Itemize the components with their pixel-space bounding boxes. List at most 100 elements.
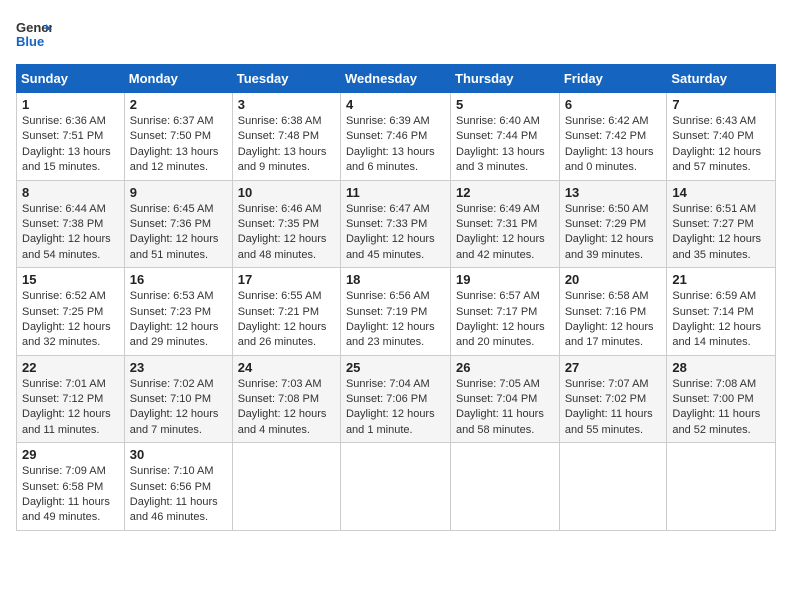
day-number: 16 — [130, 272, 227, 287]
day-info: Sunrise: 6:39 AMSunset: 7:46 PMDaylight:… — [346, 114, 445, 176]
day-info: Sunrise: 6:47 AMSunset: 7:33 PMDaylight:… — [346, 202, 445, 264]
day-number: 27 — [565, 360, 662, 375]
day-info: Sunrise: 6:59 AMSunset: 7:14 PMDaylight:… — [672, 289, 770, 351]
day-number: 19 — [456, 272, 554, 287]
day-info: Sunrise: 6:52 AMSunset: 7:25 PMDaylight:… — [22, 289, 119, 351]
week-row-2: 8 Sunrise: 6:44 AMSunset: 7:38 PMDaylight… — [17, 180, 776, 268]
calendar-body: 1 Sunrise: 6:36 AMSunset: 7:51 PMDaylight… — [17, 93, 776, 531]
day-number: 8 — [22, 185, 119, 200]
day-info: Sunrise: 7:02 AMSunset: 7:10 PMDaylight:… — [130, 377, 227, 439]
week-row-4: 22Sunrise: 7:01 AMSunset: 7:12 PMDayligh… — [17, 355, 776, 443]
day-number: 6 — [565, 97, 662, 112]
day-info: Sunrise: 7:05 AMSunset: 7:04 PMDaylight:… — [456, 377, 554, 439]
day-info: Sunrise: 7:10 AMSunset: 6:56 PMDaylight:… — [130, 464, 227, 526]
day-info: Sunrise: 6:53 AMSunset: 7:23 PMDaylight:… — [130, 289, 227, 351]
logo: General Blue — [16, 16, 52, 52]
calendar-cell: 21 Sunrise: 6:59 AMSunset: 7:14 PMDayligh… — [667, 268, 776, 356]
week-row-1: 1 Sunrise: 6:36 AMSunset: 7:51 PMDaylight… — [17, 93, 776, 181]
calendar-cell: 11 Sunrise: 6:47 AMSunset: 7:33 PMDayligh… — [340, 180, 450, 268]
calendar-cell: 19 Sunrise: 6:57 AMSunset: 7:17 PMDayligh… — [451, 268, 560, 356]
calendar-cell: 27Sunrise: 7:07 AMSunset: 7:02 PMDayligh… — [559, 355, 667, 443]
day-number: 30 — [130, 447, 227, 462]
calendar-cell: 5Sunrise: 6:40 AMSunset: 7:44 PMDaylight… — [451, 93, 560, 181]
day-info: Sunrise: 7:09 AMSunset: 6:58 PMDaylight:… — [22, 464, 119, 526]
day-info: Sunrise: 6:43 AMSunset: 7:40 PMDaylight:… — [672, 114, 770, 176]
day-info: Sunrise: 7:01 AMSunset: 7:12 PMDaylight:… — [22, 377, 119, 439]
calendar-cell: 16 Sunrise: 6:53 AMSunset: 7:23 PMDayligh… — [124, 268, 232, 356]
day-number: 9 — [130, 185, 227, 200]
day-number: 14 — [672, 185, 770, 200]
calendar-cell: 6Sunrise: 6:42 AMSunset: 7:42 PMDaylight… — [559, 93, 667, 181]
day-number: 18 — [346, 272, 445, 287]
day-number: 23 — [130, 360, 227, 375]
day-number: 10 — [238, 185, 335, 200]
day-number: 3 — [238, 97, 335, 112]
header-row: SundayMondayTuesdayWednesdayThursdayFrid… — [17, 65, 776, 93]
header-cell-monday: Monday — [124, 65, 232, 93]
header-cell-friday: Friday — [559, 65, 667, 93]
day-number: 7 — [672, 97, 770, 112]
day-number: 11 — [346, 185, 445, 200]
logo-icon: General Blue — [16, 16, 52, 52]
calendar-header: SundayMondayTuesdayWednesdayThursdayFrid… — [17, 65, 776, 93]
day-number: 1 — [22, 97, 119, 112]
calendar-cell: 15 Sunrise: 6:52 AMSunset: 7:25 PMDayligh… — [17, 268, 125, 356]
calendar-cell: 8 Sunrise: 6:44 AMSunset: 7:38 PMDaylight… — [17, 180, 125, 268]
day-info: Sunrise: 7:03 AMSunset: 7:08 PMDaylight:… — [238, 377, 335, 439]
calendar-cell — [559, 443, 667, 531]
day-info: Sunrise: 6:44 AMSunset: 7:38 PMDaylight:… — [22, 202, 119, 264]
calendar-cell: 29 Sunrise: 7:09 AMSunset: 6:58 PMDayligh… — [17, 443, 125, 531]
day-number: 26 — [456, 360, 554, 375]
day-number: 2 — [130, 97, 227, 112]
day-info: Sunrise: 6:58 AMSunset: 7:16 PMDaylight:… — [565, 289, 662, 351]
svg-text:Blue: Blue — [16, 34, 44, 49]
calendar-cell: 9Sunrise: 6:45 AMSunset: 7:36 PMDaylight… — [124, 180, 232, 268]
calendar-cell: 10 Sunrise: 6:46 AMSunset: 7:35 PMDayligh… — [232, 180, 340, 268]
week-row-5: 29 Sunrise: 7:09 AMSunset: 6:58 PMDayligh… — [17, 443, 776, 531]
calendar-cell: 7 Sunrise: 6:43 AMSunset: 7:40 PMDaylight… — [667, 93, 776, 181]
page-header: General Blue — [16, 16, 776, 52]
day-info: Sunrise: 6:51 AMSunset: 7:27 PMDaylight:… — [672, 202, 770, 264]
day-info: Sunrise: 6:36 AMSunset: 7:51 PMDaylight:… — [22, 114, 119, 176]
calendar-table: SundayMondayTuesdayWednesdayThursdayFrid… — [16, 64, 776, 531]
day-info: Sunrise: 6:38 AMSunset: 7:48 PMDaylight:… — [238, 114, 335, 176]
day-number: 17 — [238, 272, 335, 287]
day-number: 20 — [565, 272, 662, 287]
day-number: 28 — [672, 360, 770, 375]
day-info: Sunrise: 6:50 AMSunset: 7:29 PMDaylight:… — [565, 202, 662, 264]
day-number: 4 — [346, 97, 445, 112]
day-info: Sunrise: 7:08 AMSunset: 7:00 PMDaylight:… — [672, 377, 770, 439]
day-number: 24 — [238, 360, 335, 375]
day-number: 13 — [565, 185, 662, 200]
day-info: Sunrise: 7:04 AMSunset: 7:06 PMDaylight:… — [346, 377, 445, 439]
calendar-cell: 3 Sunrise: 6:38 AMSunset: 7:48 PMDaylight… — [232, 93, 340, 181]
week-row-3: 15 Sunrise: 6:52 AMSunset: 7:25 PMDayligh… — [17, 268, 776, 356]
day-number: 25 — [346, 360, 445, 375]
calendar-cell: 14 Sunrise: 6:51 AMSunset: 7:27 PMDayligh… — [667, 180, 776, 268]
calendar-cell: 13 Sunrise: 6:50 AMSunset: 7:29 PMDayligh… — [559, 180, 667, 268]
calendar-cell: 22Sunrise: 7:01 AMSunset: 7:12 PMDayligh… — [17, 355, 125, 443]
calendar-cell: 20 Sunrise: 6:58 AMSunset: 7:16 PMDayligh… — [559, 268, 667, 356]
calendar-cell: 18Sunrise: 6:56 AMSunset: 7:19 PMDayligh… — [340, 268, 450, 356]
day-info: Sunrise: 6:37 AMSunset: 7:50 PMDaylight:… — [130, 114, 227, 176]
calendar-cell: 17Sunrise: 6:55 AMSunset: 7:21 PMDayligh… — [232, 268, 340, 356]
calendar-cell: 28 Sunrise: 7:08 AMSunset: 7:00 PMDayligh… — [667, 355, 776, 443]
calendar-cell: 2 Sunrise: 6:37 AMSunset: 7:50 PMDaylight… — [124, 93, 232, 181]
day-number: 21 — [672, 272, 770, 287]
calendar-cell: 12Sunrise: 6:49 AMSunset: 7:31 PMDayligh… — [451, 180, 560, 268]
header-cell-sunday: Sunday — [17, 65, 125, 93]
header-cell-wednesday: Wednesday — [340, 65, 450, 93]
day-info: Sunrise: 6:57 AMSunset: 7:17 PMDaylight:… — [456, 289, 554, 351]
calendar-cell — [232, 443, 340, 531]
day-number: 5 — [456, 97, 554, 112]
calendar-cell: 30 Sunrise: 7:10 AMSunset: 6:56 PMDayligh… — [124, 443, 232, 531]
header-cell-saturday: Saturday — [667, 65, 776, 93]
day-info: Sunrise: 6:46 AMSunset: 7:35 PMDaylight:… — [238, 202, 335, 264]
calendar-cell: 23 Sunrise: 7:02 AMSunset: 7:10 PMDayligh… — [124, 355, 232, 443]
day-number: 29 — [22, 447, 119, 462]
day-number: 15 — [22, 272, 119, 287]
calendar-cell: 1 Sunrise: 6:36 AMSunset: 7:51 PMDaylight… — [17, 93, 125, 181]
header-cell-tuesday: Tuesday — [232, 65, 340, 93]
calendar-cell — [340, 443, 450, 531]
header-cell-thursday: Thursday — [451, 65, 560, 93]
